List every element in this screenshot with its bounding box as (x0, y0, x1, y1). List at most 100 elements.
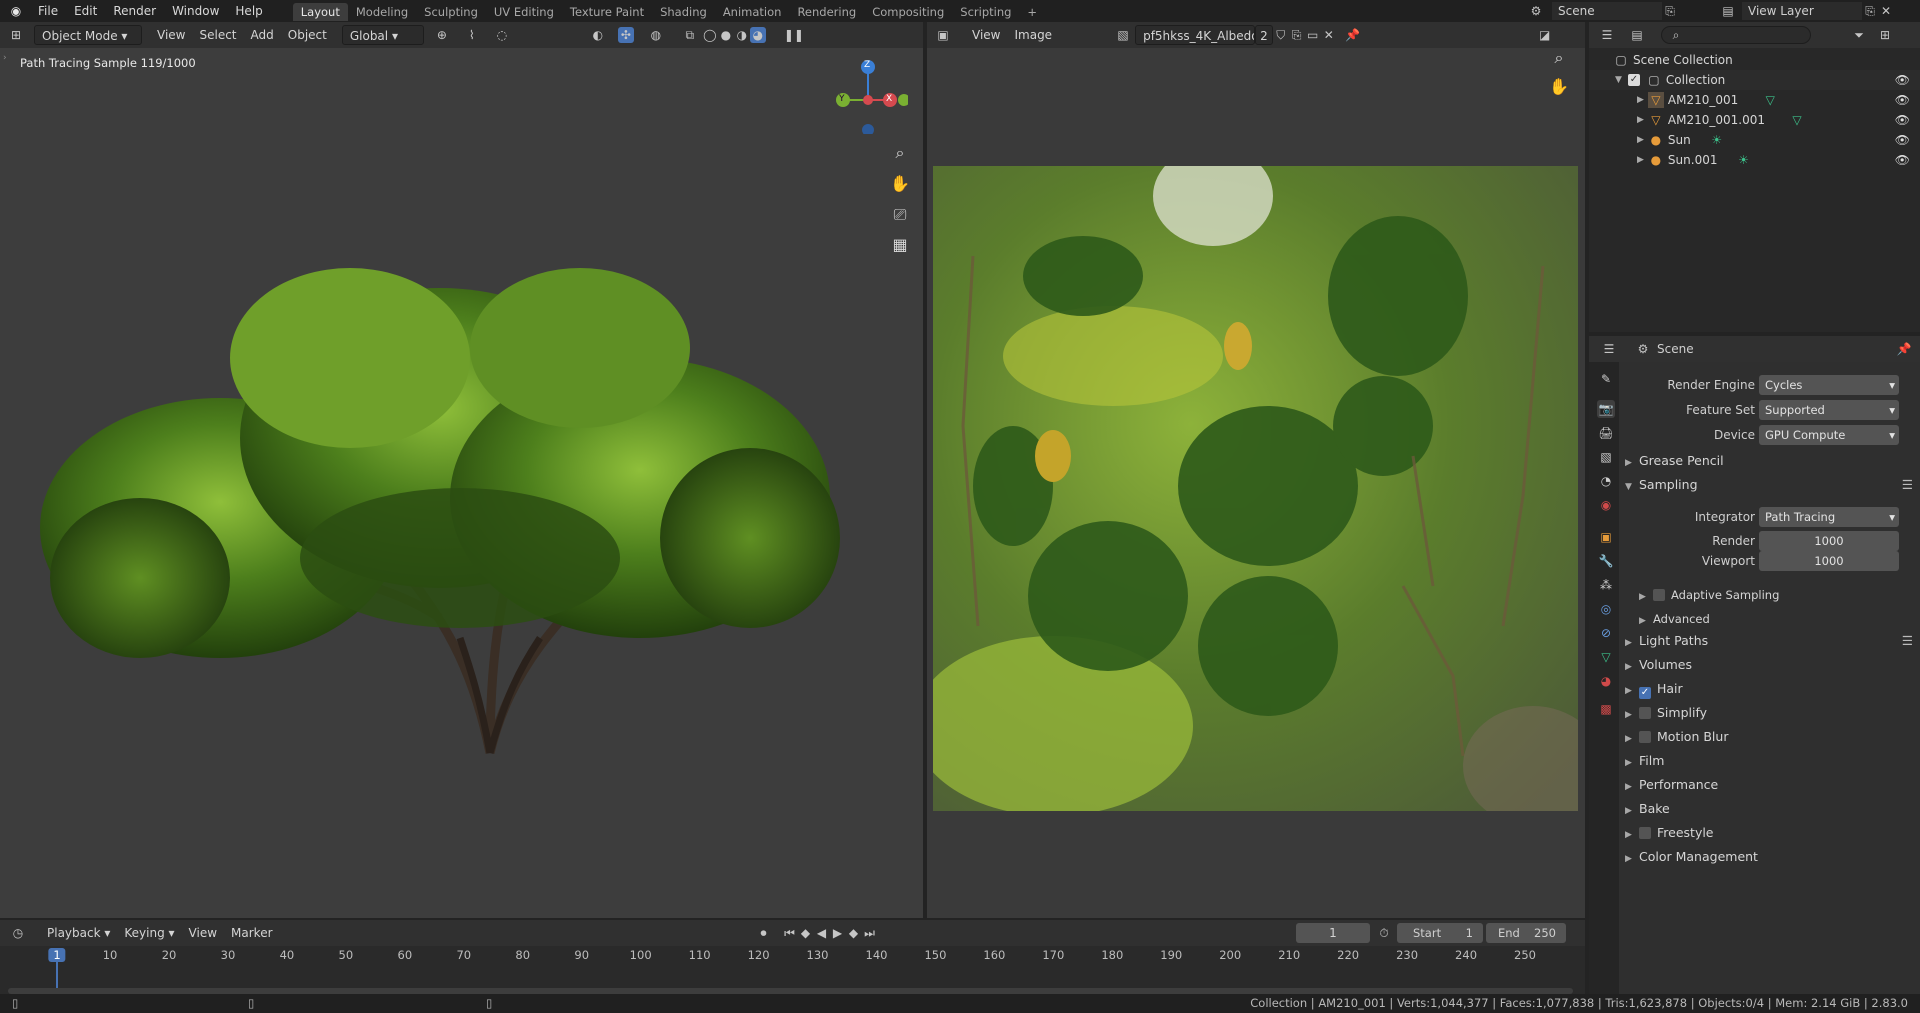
new-image-icon[interactable]: ⎘ (1289, 27, 1305, 43)
panel-light-paths[interactable]: ▶ Light Paths ☰ (1625, 630, 1920, 652)
filter-icon[interactable]: ⏷ (1851, 27, 1867, 43)
new-scene-icon[interactable]: ⎘ (1662, 3, 1678, 19)
next-keyframe-icon[interactable]: ◆ (846, 925, 862, 941)
overlay-toggle-icon[interactable]: ◍ (648, 27, 664, 43)
panel-sampling[interactable]: ▼ Sampling ☰ (1625, 474, 1920, 496)
scene-selector[interactable]: ⚙ Scene ⎘ (1528, 1, 1678, 21)
menu-window[interactable]: Window (164, 0, 227, 22)
jump-start-icon[interactable]: ⏮ (782, 925, 798, 941)
render-tab-icon[interactable]: 📷 (1597, 400, 1615, 418)
menu-view[interactable]: View (150, 25, 192, 45)
jump-end-icon[interactable]: ⏭ (862, 925, 878, 941)
wireframe-shading-icon[interactable]: ◯ (702, 27, 718, 43)
menu-select[interactable]: Select (192, 25, 243, 45)
xray-icon[interactable]: ⧉ (682, 27, 698, 43)
tab-sculpting[interactable]: Sculpting (416, 3, 486, 21)
expand-arrow-icon[interactable]: ▶ (1637, 115, 1644, 125)
visibility-eye-icon[interactable]: 👁 (1895, 73, 1910, 87)
presets-list-icon[interactable]: ☰ (1902, 474, 1913, 496)
display-mode-icon[interactable]: ▤ (1629, 27, 1645, 43)
modifier-tab-icon[interactable]: 🔧 (1597, 552, 1615, 570)
menu-object[interactable]: Object (281, 25, 334, 45)
simplify-checkbox[interactable] (1639, 707, 1651, 719)
physics-tab-icon[interactable]: ◎ (1597, 600, 1615, 618)
panel-grease-pencil[interactable]: ▶ Grease Pencil (1625, 450, 1920, 472)
remove-view-layer-icon[interactable]: ✕ (1878, 3, 1894, 19)
visibility-eye-icon[interactable]: 👁 (1895, 133, 1910, 147)
image-name-field[interactable]: pf5hkss_4K_Albedo.j... (1135, 25, 1256, 45)
panel-hair[interactable]: ▶ ✓ Hair (1625, 678, 1920, 700)
view-layer-field[interactable]: View Layer (1742, 2, 1862, 20)
solid-shading-icon[interactable]: ● (718, 27, 734, 43)
start-frame-field[interactable]: Start 1 (1397, 923, 1483, 943)
pan-hand-icon[interactable]: ✋ (887, 171, 913, 197)
world-tab-icon[interactable]: ◉ (1597, 496, 1615, 514)
visibility-eye-icon[interactable]: 👁 (1895, 93, 1910, 107)
viewport-samples-field[interactable]: 1000 (1759, 551, 1899, 571)
rendered-shading-icon[interactable]: ◕ (749, 27, 766, 43)
tab-animation[interactable]: Animation (715, 3, 790, 21)
tab-modeling[interactable]: Modeling (348, 3, 416, 21)
editor-type-icon[interactable]: ⊞ (8, 27, 24, 43)
outliner-item-am210-001[interactable]: ▶ ▽ AM210_001 ▽ 👁 (1589, 90, 1920, 110)
output-tab-icon[interactable]: 🖨 (1597, 424, 1615, 442)
panel-bake[interactable]: ▶ Bake (1625, 798, 1920, 820)
image-editor[interactable]: ⌕ ✋ (927, 48, 1585, 918)
fake-user-icon[interactable]: ⛉ (1273, 27, 1289, 43)
editor-type-icon[interactable]: ▣ (935, 27, 951, 43)
add-workspace-button[interactable]: + (1019, 3, 1045, 21)
expand-arrow-icon[interactable]: ▶ (1637, 155, 1644, 165)
view-layer-tab-icon[interactable]: ▧ (1597, 448, 1615, 466)
scene-tab-icon[interactable]: ◔ (1597, 472, 1615, 490)
object-tab-icon[interactable]: ▣ (1597, 528, 1615, 546)
constraints-tab-icon[interactable]: ⊘ (1597, 624, 1615, 642)
visibility-eye-icon[interactable]: 👁 (1895, 153, 1910, 167)
end-frame-field[interactable]: End 250 (1486, 923, 1566, 943)
new-view-layer-icon[interactable]: ⎘ (1862, 3, 1878, 19)
timeline-ruler[interactable]: 1 10 20 30 40 50 60 70 80 90 100 110 120 130 140 150 160… (0, 946, 1585, 994)
tab-shading[interactable]: Shading (652, 3, 715, 21)
toolbar-expand-icon[interactable]: › (3, 53, 7, 63)
feature-set-dropdown[interactable]: Supported ▾ (1759, 400, 1899, 420)
panel-advanced[interactable]: ▶ Advanced (1639, 608, 1920, 630)
tab-scripting[interactable]: Scripting (952, 3, 1019, 21)
open-image-icon[interactable]: ▭ (1305, 27, 1321, 43)
image-browse-icon[interactable]: ▧ (1115, 27, 1131, 43)
render-samples-field[interactable]: 1000 (1759, 531, 1899, 551)
image-users-count[interactable]: 2 (1255, 25, 1273, 45)
menu-file[interactable]: File (30, 0, 66, 22)
object-mode-dropdown[interactable]: Object Mode ▾ (34, 25, 142, 45)
menu-image[interactable]: Image (1007, 25, 1059, 45)
expand-arrow-icon[interactable]: ▶ (1637, 135, 1644, 145)
perspective-toggle-icon[interactable]: ▦ (887, 232, 913, 258)
outliner-item-am210-001-001[interactable]: ▶ ▽ AM210_001.001 ▽ 👁 (1589, 110, 1920, 130)
play-reverse-icon[interactable]: ◀ (814, 925, 830, 941)
outliner-item-sun[interactable]: ▶ ● Sun ☀ 👁 (1589, 130, 1920, 150)
material-tab-icon[interactable]: ◕ (1597, 672, 1615, 690)
current-frame-field[interactable]: 1 (1296, 923, 1370, 943)
panel-film[interactable]: ▶ Film (1625, 750, 1920, 772)
hair-checkbox[interactable]: ✓ (1639, 687, 1651, 699)
visibility-eye-icon[interactable]: 👁 (1895, 113, 1910, 127)
presets-list-icon[interactable]: ☰ (1902, 630, 1913, 652)
camera-view-icon[interactable]: ⎚ (887, 202, 913, 228)
menu-render[interactable]: Render (105, 0, 164, 22)
pin-icon[interactable]: 📌 (1345, 27, 1361, 43)
editor-type-icon[interactable]: ☰ (1599, 27, 1615, 43)
particles-tab-icon[interactable]: ⁂ (1597, 576, 1615, 594)
playhead-line[interactable] (56, 962, 58, 988)
tab-texture-paint[interactable]: Texture Paint (562, 3, 652, 21)
expand-arrow-icon[interactable]: ▶ (1637, 95, 1644, 105)
navigation-gizmo[interactable]: Z Y X (828, 54, 910, 136)
menu-keying[interactable]: Keying ▾ (117, 923, 181, 943)
view-layer-selector[interactable]: ▤ View Layer ⎘ ✕ (1720, 1, 1915, 21)
display-channels-icon[interactable]: ◪ (1537, 27, 1553, 43)
outliner-collection[interactable]: ▼ ✓ ▢ Collection 👁 (1589, 70, 1920, 90)
panel-volumes[interactable]: ▶ Volumes (1625, 654, 1920, 676)
expand-arrow-icon[interactable]: ▼ (1615, 75, 1622, 85)
3d-viewport[interactable]: Path Tracing Sample 119/1000 Z Y X ⌕ ✋ ⎚… (0, 48, 923, 918)
outliner-search-input[interactable]: ⌕ (1661, 26, 1811, 44)
texture-tab-icon[interactable]: ▩ (1597, 700, 1615, 718)
play-icon[interactable]: ▶ (830, 925, 846, 941)
visibility-icon[interactable]: ◐ (590, 27, 606, 43)
